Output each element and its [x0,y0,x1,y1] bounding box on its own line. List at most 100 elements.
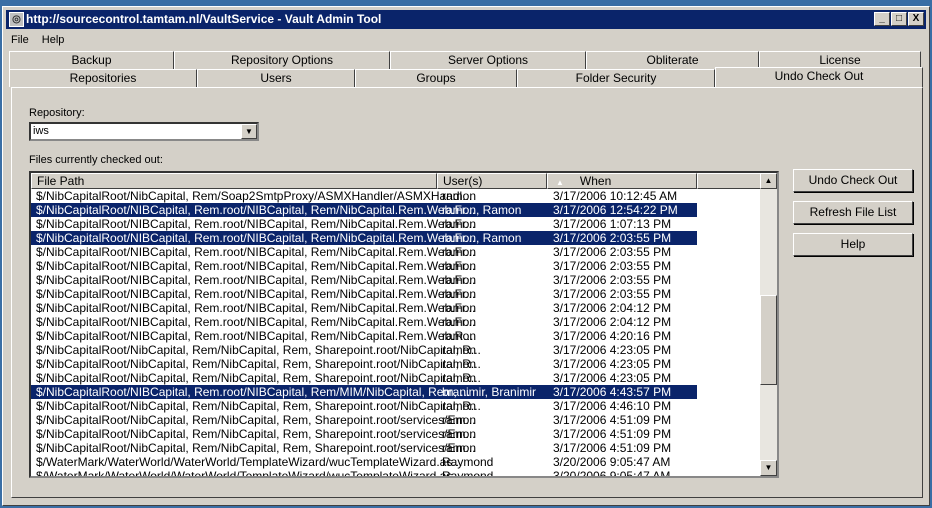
cell-file-path: $/NibCapitalRoot/NibCapital, Rem/Soap2Sm… [36,189,473,203]
minimize-button[interactable]: _ [874,12,890,26]
table-row[interactable]: $/NibCapitalRoot/NIBCapital, Rem.root/NI… [31,231,697,245]
repository-value: iws [33,125,49,137]
table-row[interactable]: $/WaterMark/WaterWorld/WaterWorld/Templa… [31,469,697,478]
tab-repositories[interactable]: Repositories [9,69,197,87]
cell-when: 3/17/2006 2:03:55 PM [553,287,672,301]
menu-file[interactable]: File [11,34,29,46]
table-row[interactable]: $/NibCapitalRoot/NIBCapital, Rem.root/NI… [31,245,697,259]
column-header-users[interactable]: User(s) [437,173,547,189]
cell-when: 3/17/2006 4:46:10 PM [553,399,672,413]
chevron-down-icon[interactable]: ▼ [241,124,257,139]
table-row[interactable]: $/NibCapitalRoot/NibCapital, Rem/NibCapi… [31,371,697,385]
refresh-file-list-button[interactable]: Refresh File List [793,201,913,224]
tab-backup[interactable]: Backup [9,51,174,69]
cell-users: ramon, Ramon [442,231,522,245]
cell-when: 3/17/2006 1:07:13 PM [553,217,672,231]
table-row[interactable]: $/NibCapitalRoot/NibCapital, Rem/NibCapi… [31,343,697,357]
cell-file-path: $/NibCapitalRoot/NIBCapital, Rem.root/NI… [36,287,476,301]
table-row[interactable]: $/NibCapitalRoot/NibCapital, Rem/Soap2Sm… [31,189,697,203]
cell-file-path: $/NibCapitalRoot/NIBCapital, Rem.root/NI… [36,385,471,399]
cell-when: 3/20/2006 9:05:47 AM [553,469,671,478]
table-row[interactable]: $/NibCapitalRoot/NIBCapital, Rem.root/NI… [31,203,697,217]
cell-file-path: $/NibCapitalRoot/NibCapital, Rem/NibCapi… [36,371,481,385]
table-row[interactable]: $/NibCapitalRoot/NIBCapital, Rem.root/NI… [31,259,697,273]
window-title: http://sourcecontrol.tamtam.nl/VaultServ… [26,12,382,26]
cell-file-path: $/NibCapitalRoot/NIBCapital, Rem.root/NI… [36,315,476,329]
cell-file-path: $/NibCapitalRoot/NIBCapital, Rem.root/NI… [36,245,476,259]
repository-label: Repository: [29,107,85,119]
cell-file-path: $/NibCapitalRoot/NIBCapital, Rem.root/NI… [36,231,476,245]
column-header-when-label: When [579,174,612,188]
tab-folder-security[interactable]: Folder Security [517,69,715,87]
close-button[interactable]: X [908,12,924,26]
table-row[interactable]: $/NibCapitalRoot/NIBCapital, Rem.root/NI… [31,329,697,343]
menu-help[interactable]: Help [42,34,65,46]
table-row[interactable]: $/NibCapitalRoot/NibCapital, Rem/NibCapi… [31,427,697,441]
cell-when: 3/17/2006 4:51:09 PM [553,441,672,455]
table-row[interactable]: $/NibCapitalRoot/NIBCapital, Rem.root/NI… [31,315,697,329]
tab-server-options[interactable]: Server Options [390,51,586,69]
title-bar: ◎ http://sourcecontrol.tamtam.nl/VaultSe… [6,10,926,29]
column-header-when[interactable]: ▲ When [547,173,697,189]
cell-users: ramon [442,399,477,413]
scroll-thumb[interactable] [760,295,777,385]
help-button[interactable]: Help [793,233,913,256]
cell-file-path: $/NibCapitalRoot/NIBCapital, Rem.root/NI… [36,217,476,231]
main-window: ◎ http://sourcecontrol.tamtam.nl/VaultSe… [2,6,930,506]
table-row[interactable]: $/NibCapitalRoot/NibCapital, Rem/NibCapi… [31,357,697,371]
cell-users: ramon [442,427,477,441]
cell-users: ramon [442,343,477,357]
table-row[interactable]: $/NibCapitalRoot/NIBCapital, Rem.root/NI… [31,273,697,287]
cell-when: 3/17/2006 4:43:57 PM [553,385,672,399]
table-row[interactable]: $/NibCapitalRoot/NibCapital, Rem/NibCapi… [31,399,697,413]
repository-select[interactable]: iws ▼ [29,122,259,141]
cell-when: 3/17/2006 2:04:12 PM [553,315,672,329]
table-row[interactable]: $/NibCapitalRoot/NIBCapital, Rem.root/NI… [31,385,697,399]
cell-users: Raymond [442,469,494,478]
maximize-button[interactable]: □ [891,12,907,26]
app-icon: ◎ [9,12,24,27]
cell-users: ramon [442,441,477,455]
cell-file-path: $/WaterMark/WaterWorld/WaterWorld/Templa… [36,455,463,469]
scroll-up-button[interactable]: ▲ [760,173,777,189]
tab-undo-check-out[interactable]: Undo Check Out [715,67,923,87]
scroll-down-button[interactable]: ▼ [760,460,777,476]
vertical-scrollbar[interactable]: ▲ ▼ [760,173,777,476]
cell-file-path: $/NibCapitalRoot/NIBCapital, Rem.root/NI… [36,203,476,217]
menu-bar: File Help [11,31,74,49]
table-row[interactable]: $/NibCapitalRoot/NIBCapital, Rem.root/NI… [31,301,697,315]
table-row[interactable]: $/WaterMark/WaterWorld/WaterWorld/Templa… [31,455,697,469]
cell-when: 3/17/2006 2:04:12 PM [553,301,672,315]
checked-out-files-list[interactable]: File Path User(s) ▲ When $/NibCapitalRoot… [29,171,779,478]
tab-groups[interactable]: Groups [355,69,517,87]
cell-users: ramon, Ramon [442,203,522,217]
cell-users: ramon [442,273,477,287]
cell-users: Raymond [442,455,494,469]
cell-file-path: $/WaterMark/WaterWorld/WaterWorld/Templa… [36,469,463,478]
cell-file-path: $/NibCapitalRoot/NibCapital, Rem/NibCapi… [36,441,476,455]
cell-when: 3/17/2006 4:51:09 PM [553,427,672,441]
cell-users: ramon [442,217,477,231]
tab-users[interactable]: Users [197,69,355,87]
table-row[interactable]: $/NibCapitalRoot/NibCapital, Rem/NibCapi… [31,441,697,455]
cell-when: 3/17/2006 2:03:55 PM [553,273,672,287]
cell-file-path: $/NibCapitalRoot/NibCapital, Rem/NibCapi… [36,413,476,427]
table-row[interactable]: $/NibCapitalRoot/NibCapital, Rem/NibCapi… [31,413,697,427]
undo-check-out-button[interactable]: Undo Check Out [793,169,913,192]
sort-ascending-icon: ▲ [556,178,564,187]
cell-users: ramon [442,259,477,273]
cell-file-path: $/NibCapitalRoot/NibCapital, Rem/NibCapi… [36,343,481,357]
cell-when: 3/17/2006 4:20:16 PM [553,329,672,343]
cell-when: 3/17/2006 4:51:09 PM [553,413,672,427]
cell-users: ramon [442,413,477,427]
table-row[interactable]: $/NibCapitalRoot/NIBCapital, Rem.root/NI… [31,287,697,301]
cell-users: ramon [442,189,477,203]
cell-file-path: $/NibCapitalRoot/NibCapital, Rem/NibCapi… [36,399,481,413]
table-row[interactable]: $/NibCapitalRoot/NIBCapital, Rem.root/NI… [31,217,697,231]
tab-repository-options[interactable]: Repository Options [174,51,390,69]
cell-when: 3/17/2006 4:23:05 PM [553,343,672,357]
cell-when: 3/17/2006 2:03:55 PM [553,245,672,259]
cell-when: 3/17/2006 2:03:55 PM [553,231,672,245]
cell-users: branimir, Branimir [442,385,537,399]
column-header-file-path[interactable]: File Path [31,173,437,189]
